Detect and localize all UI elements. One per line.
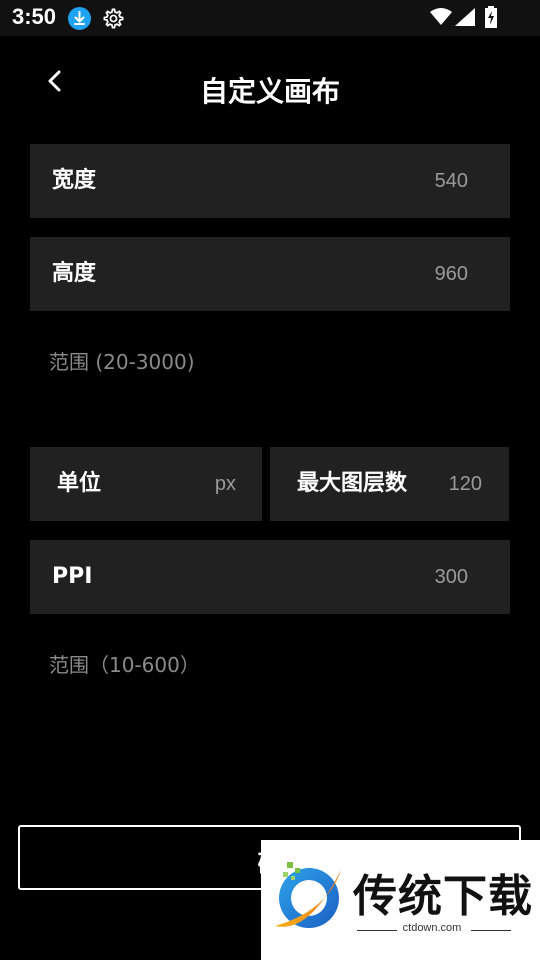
unit-label: 单位 <box>57 471 102 496</box>
download-icon <box>68 7 91 30</box>
gear-icon <box>102 7 125 30</box>
wifi-icon <box>430 8 452 30</box>
unit-field[interactable]: 单位 px <box>30 447 262 521</box>
page-title: 自定义画布 <box>199 75 340 108</box>
ppi-range-hint: 范围（10-600） <box>49 653 200 677</box>
size-range-hint: 范围 (20-3000) <box>49 350 195 374</box>
ppi-label: PPI <box>52 564 93 589</box>
max-layers-label: 最大图层数 <box>297 471 408 496</box>
signal-icon <box>455 8 475 30</box>
height-field[interactable]: 高度 960 <box>30 237 510 311</box>
watermark-title: 传统下载 <box>353 871 533 922</box>
ppi-value[interactable]: 300 <box>435 540 468 614</box>
width-field[interactable]: 宽度 540 <box>30 144 510 218</box>
watermark-logo-icon <box>275 862 341 928</box>
watermark: 传统下载 ctdown.com <box>261 840 540 960</box>
ppi-field[interactable]: PPI 300 <box>30 540 510 614</box>
max-layers-field[interactable]: 最大图层数 120 <box>270 447 509 521</box>
height-label: 高度 <box>52 261 97 286</box>
status-bar: 3:50 <box>0 0 540 36</box>
unit-value[interactable]: px <box>215 447 236 521</box>
status-time: 3:50 <box>12 4 57 29</box>
max-layers-value[interactable]: 120 <box>449 447 482 521</box>
battery-charging-icon <box>484 6 498 32</box>
watermark-url: ctdown.com <box>402 922 462 934</box>
width-value[interactable]: 540 <box>435 144 468 218</box>
height-value[interactable]: 960 <box>435 237 468 311</box>
width-label: 宽度 <box>52 168 97 193</box>
